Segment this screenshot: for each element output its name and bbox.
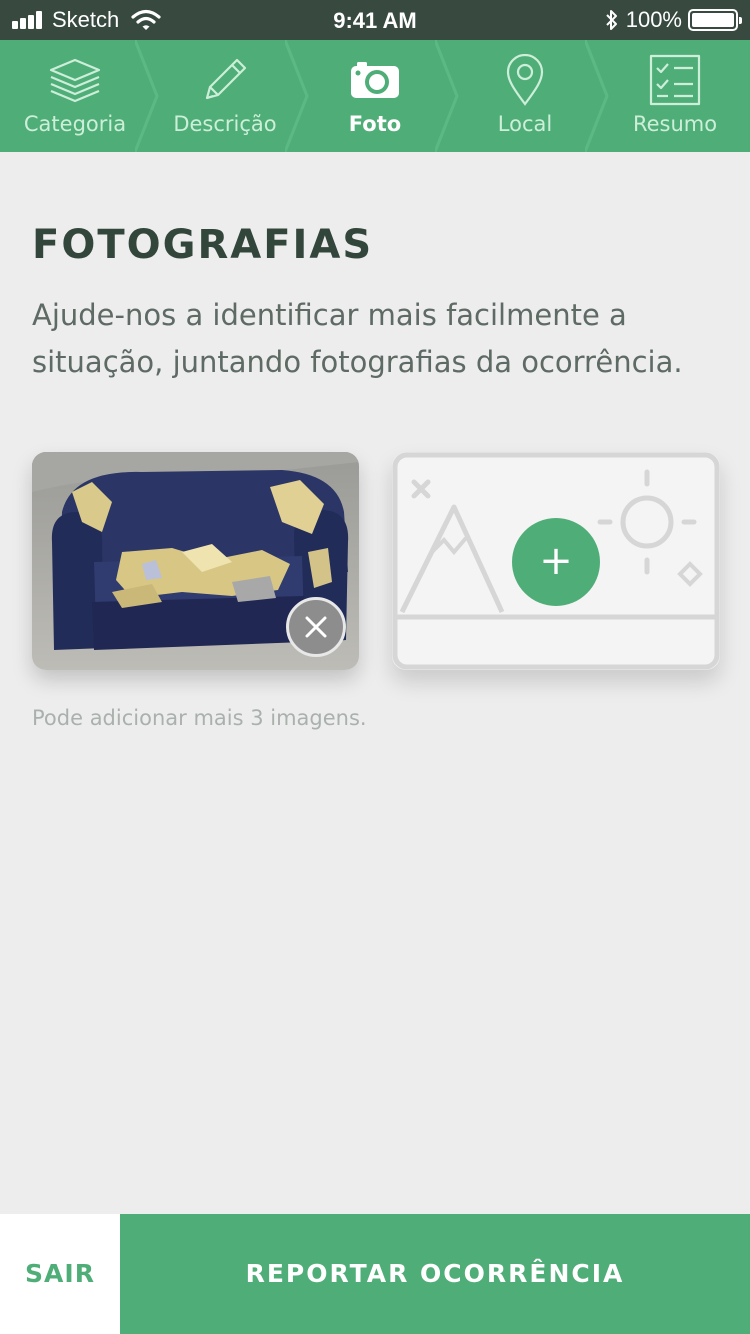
status-right: 100% [604, 7, 742, 33]
page-title: FOTOGRAFIAS [32, 222, 374, 268]
step-label: Categoria [23, 112, 127, 136]
map-pin-icon [506, 54, 544, 106]
step-resumo[interactable]: Resumo [600, 40, 750, 152]
checklist-icon [649, 54, 701, 106]
step-label: Local [497, 112, 553, 136]
step-label: Descrição [173, 112, 277, 136]
remaining-images-hint: Pode adicionar mais 3 imagens. [32, 706, 367, 730]
battery-percent: 100% [625, 7, 682, 32]
steps-nav: Categoria Descrição Foto Local Resumo [0, 40, 750, 152]
status-bar: Sketch 9:41 AM 100% [0, 0, 750, 40]
step-descricao[interactable]: Descrição [150, 40, 309, 152]
pencil-icon [205, 58, 247, 100]
report-button[interactable]: REPORTAR OCORRÊNCIA [120, 1214, 750, 1334]
add-photo-button[interactable]: + [512, 518, 600, 606]
battery-icon [688, 9, 742, 31]
step-categoria[interactable]: Categoria [0, 40, 159, 152]
step-foto[interactable]: Foto [300, 40, 459, 152]
bluetooth-icon [606, 10, 617, 30]
exit-button[interactable]: SAIR [0, 1214, 120, 1334]
step-local[interactable]: Local [450, 40, 609, 152]
layers-icon [49, 58, 101, 103]
remove-photo-button[interactable] [286, 597, 346, 657]
step-label: Resumo [632, 112, 718, 136]
page-description: Ajude-nos a identificar mais facilmente … [32, 298, 683, 379]
close-icon [305, 616, 327, 638]
step-label: Foto [348, 112, 402, 136]
camera-icon [351, 62, 399, 98]
